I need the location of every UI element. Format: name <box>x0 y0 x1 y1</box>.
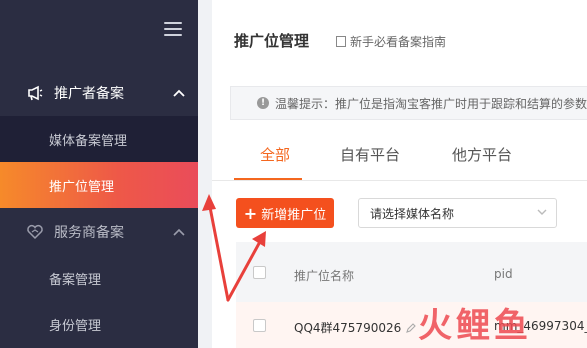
book-icon <box>336 36 346 47</box>
sidebar-item-label: 备案管理 <box>49 272 102 288</box>
media-name-select[interactable]: 请选择媒体名称 <box>358 198 557 228</box>
page-title: 推广位管理 <box>234 32 310 50</box>
chevron-up-icon <box>173 89 185 97</box>
sidebar-item-label: 媒体备案管理 <box>49 133 128 149</box>
sidebar-item-media-filing[interactable]: 媒体备案管理 <box>0 116 198 162</box>
sidebar-item-promo-slot[interactable]: 推广位管理 <box>0 162 198 208</box>
plus-icon: + <box>243 203 258 223</box>
chevron-up-icon <box>173 228 185 236</box>
watermark-logo: 火鲤鱼 <box>418 306 532 346</box>
menu-group-label: 推广者备案 <box>54 86 124 102</box>
tab-own-platform[interactable]: 自有平台 <box>340 144 400 165</box>
guide-link[interactable]: 新手必看备案指南 <box>336 33 446 50</box>
menu-group-provider-filing[interactable]: 服务商备案 <box>0 209 198 255</box>
guide-link-label: 新手必看备案指南 <box>350 35 447 49</box>
tab-divider <box>212 180 587 181</box>
sidebar: 推广者备案 媒体备案管理 推广位管理 服务商备案 备案管理 身份管理 <box>0 0 198 348</box>
column-header-name: 推广位名称 <box>294 269 355 283</box>
tab-all[interactable]: 全部 <box>260 144 290 165</box>
info-icon: ! <box>257 97 269 109</box>
media-select-placeholder: 请选择媒体名称 <box>370 206 455 221</box>
row-checkbox[interactable] <box>253 319 266 332</box>
sidebar-item-label: 推广位管理 <box>49 179 115 195</box>
sidebar-item-identity-management[interactable]: 身份管理 <box>0 301 198 347</box>
sidebar-item-label: 身份管理 <box>49 318 102 334</box>
table-row[interactable]: QQ4群475790026 mm_46997304_1 <box>236 302 587 348</box>
select-all-checkbox[interactable] <box>253 266 266 279</box>
chevron-down-icon <box>537 209 547 215</box>
heart-handshake-icon <box>27 224 43 240</box>
add-button-label: 新增推广位 <box>261 207 327 223</box>
edit-pencil-icon[interactable] <box>405 322 417 334</box>
notice-banner: ! 温馨提示：推广位是指淘宝客推广时用于跟踪和结算的参数 <box>230 86 587 120</box>
hamburger-menu-icon[interactable] <box>164 22 182 36</box>
menu-group-promoter-filing[interactable]: 推广者备案 <box>0 70 198 116</box>
megaphone-icon <box>28 85 43 101</box>
main-area: 推广位管理 新手必看备案指南 ! 温馨提示：推广位是指淘宝客推广时用于跟踪和结算… <box>198 0 587 348</box>
column-header-pid: pid <box>494 267 513 281</box>
add-promo-slot-button[interactable]: + 新增推广位 <box>236 198 334 228</box>
row-name: QQ4群475790026 <box>294 321 402 335</box>
sidebar-item-filing-management[interactable]: 备案管理 <box>0 255 198 301</box>
table-header: 推广位名称 pid <box>236 242 587 302</box>
page-header: 推广位管理 新手必看备案指南 <box>212 0 587 80</box>
tab-third-party-platform[interactable]: 他方平台 <box>452 144 512 165</box>
menu-group-label: 服务商备案 <box>54 225 124 241</box>
notice-text: 温馨提示：推广位是指淘宝客推广时用于跟踪和结算的参数 <box>275 96 587 111</box>
row-name-cell: QQ4群475790026 <box>294 319 417 336</box>
